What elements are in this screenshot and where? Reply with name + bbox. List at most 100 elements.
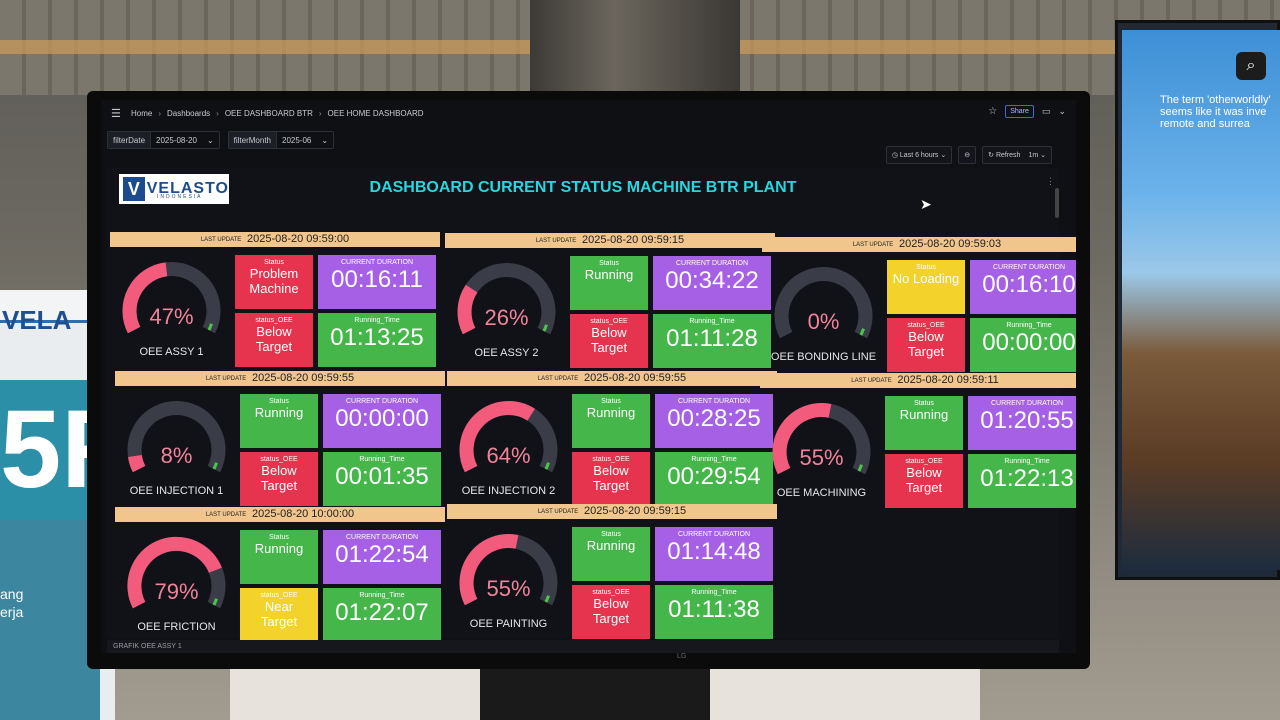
oee-status-box: status_OEE Below Target [572,585,650,639]
tv-mode-icon[interactable]: ▭ [1042,106,1051,117]
status-line1: Running [254,541,304,556]
star-icon[interactable]: ☆ [988,106,997,117]
breadcrumb-separator: › [216,108,219,118]
machine-card: LAST UPDATE 2025-08-20 09:59:15 55% OEE … [447,504,777,639]
machine-name: OEE ASSY 2 [474,347,539,359]
oee-percent-value: 64 [486,443,511,468]
tv-monitor: ☰ Home › Dashboards › OEE DASHBOARD BTR … [87,91,1090,669]
machine-name: OEE FRICTION [137,621,216,633]
scrollbar[interactable] [1055,188,1059,218]
panel-menu-icon[interactable]: ⋮ [1046,176,1055,187]
oee-status-line1: Below [908,329,944,344]
lg-logo: LG [677,653,687,660]
time-range-picker[interactable]: ◷ Last 6 hours ⌄ [885,146,953,164]
menu-icon[interactable]: ☰ [111,107,123,120]
machine-name: OEE PAINTING [469,618,548,630]
oee-status-box: status_OEE Below Target [887,318,965,372]
oee-percent: 8% [160,443,193,468]
last-update-label: LAST UPDATE [852,242,894,248]
breadcrumb-home[interactable]: Home [131,109,152,118]
current-duration-box: CURRENT DURATION 00:28:25 [655,394,773,448]
oee-gauge: 79% OEE FRICTION [119,531,234,641]
current-duration-box: CURRENT DURATION 00:16:11 [318,255,436,309]
oee-gauge: 26% OEE ASSY 2 [449,257,564,367]
status-line1: Problem [249,266,299,281]
current-duration-label: CURRENT DURATION [677,398,751,405]
status-box: Status Running [240,394,318,448]
last-update-value: 2025-08-20 09:59:55 [251,372,355,384]
status-box: Status Running [572,527,650,581]
status-line1: Running [586,538,636,553]
chevron-down-icon: ⌄ [206,135,214,145]
current-duration-box: CURRENT DURATION 00:34:22 [653,256,771,310]
status-box: Status No Loading [887,260,965,314]
current-duration-value: 00:28:25 [667,405,761,432]
filter-month-value[interactable]: 2025-06 [277,136,316,145]
filter-date[interactable]: filterDate 2025-08-20 ⌄ [107,131,220,149]
status-label: Status [269,398,289,405]
breadcrumb-dashboards[interactable]: Dashboards [167,109,210,118]
oee-percent: 55% [799,445,844,470]
status-line1: Running [254,405,304,420]
background-machine [530,0,740,100]
oee-status-line1: Below [593,596,629,611]
status-box: Status Running [240,530,318,584]
oee-status-label: status_OEE [592,589,630,596]
status-label: Status [264,259,284,266]
oee-status-box: status_OEE Near Target [240,588,318,642]
chevron-down-icon[interactable]: ⌄ [1058,106,1066,117]
breadcrumb-folder[interactable]: OEE DASHBOARD BTR [225,109,313,118]
last-update-label: LAST UPDATE [205,512,247,518]
left-banner-text: ang erja [0,586,24,620]
current-duration-label: CURRENT DURATION [675,260,749,267]
oee-status-line1: Below [261,463,297,478]
machine-name: OEE INJECTION 1 [129,485,224,497]
status-line1: Running [586,405,636,420]
oee-gauge: 55% OEE PAINTING [451,528,566,638]
share-button[interactable]: Share [1005,105,1034,118]
last-update-label: LAST UPDATE [851,378,892,384]
current-duration-label: CURRENT DURATION [345,534,419,541]
oee-gauge: 8% OEE INJECTION 1 [119,395,234,505]
machine-card: LAST UPDATE 2025-08-20 10:00:00 79% OEE … [115,507,445,642]
oee-status-line2: Target [592,611,630,626]
machine-name: OEE MACHINING [776,487,867,499]
refresh-interval[interactable]: 1m [1028,152,1038,159]
current-duration-label: CURRENT DURATION [345,398,419,405]
running-time-value: 01:13:25 [330,324,424,351]
oee-status-box: status_OEE Below Target [235,313,313,367]
dashboard-title: DASHBOARD CURRENT STATUS MACHINE BTR PLA… [369,179,797,196]
status-label: Status [601,398,621,405]
refresh-button[interactable]: ↻ Refresh 1m ⌄ [982,146,1052,164]
oee-gauge: 64% OEE INJECTION 2 [451,395,566,505]
current-duration-label: CURRENT DURATION [990,400,1064,407]
machine-card: LAST UPDATE 2025-08-20 09:59:03 0% OEE B… [762,237,1076,372]
zoom-out-button[interactable]: ⊖ [958,146,977,164]
filter-month[interactable]: filterMonth 2025-06 ⌄ [227,131,335,149]
running-time-box: Running_Time 00:00:00 [970,318,1076,372]
oee-status-line2: Target [590,340,628,355]
current-duration-box: CURRENT DURATION 01:22:54 [323,530,441,584]
running-time-label: Running_Time [691,456,737,463]
current-duration-box: CURRENT DURATION 01:14:48 [655,527,773,581]
filter-date-value[interactable]: 2025-08-20 [151,136,202,145]
oee-status-line1: Below [906,465,942,480]
last-update-value: 2025-08-20 09:59:15 [581,234,685,246]
oee-status-box: status_OEE Below Target [240,452,318,506]
oee-gauge: 55% OEE MACHINING [764,397,879,507]
oee-status-box: status_OEE Below Target [570,314,648,368]
last-update-value: 2025-08-20 09:59:15 [583,505,687,517]
last-update-bar: LAST UPDATE 2025-08-20 09:59:11 [760,373,1076,388]
oee-percent-value: 0 [807,309,820,334]
machine-card: LAST UPDATE 2025-08-20 09:59:55 8% OEE I… [115,371,445,506]
chevron-down-icon: ⌄ [321,135,329,145]
oee-percent: 47% [149,304,194,329]
status-label: Status [599,260,619,267]
current-duration-value: 00:16:10 [982,271,1076,298]
status-line2: Machine [249,281,299,296]
running-time-label: Running_Time [1004,458,1050,465]
last-update-label: LAST UPDATE [537,509,579,515]
status-line1: No Loading [892,271,960,286]
oee-status-box: status_OEE Below Target [572,452,650,506]
oee-percent: 26% [484,305,529,330]
